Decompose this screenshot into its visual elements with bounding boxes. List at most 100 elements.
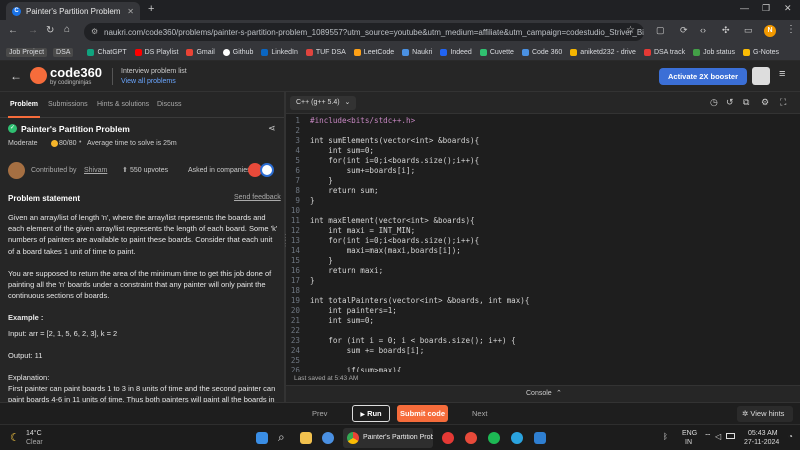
reload-icon[interactable]: ↻ <box>46 25 54 36</box>
bookmark-naukri[interactable]: Naukri <box>402 48 432 56</box>
notification-icon[interactable]: ◔ <box>788 432 793 441</box>
clock-date[interactable]: 27-11-2024 <box>744 439 779 446</box>
devtools-icon[interactable]: ‹› <box>700 25 706 35</box>
vscode-icon[interactable] <box>534 432 546 444</box>
sidebar-icon[interactable]: ▭ <box>744 25 753 36</box>
taskbar-app-icon[interactable] <box>442 432 454 444</box>
code-line[interactable]: 14 maxi=max(maxi,boards[i]); <box>286 246 800 256</box>
code-line[interactable]: 21 int sum=0; <box>286 316 800 326</box>
bookmark-job-status[interactable]: Job status <box>693 48 735 56</box>
bookmark-linkedin[interactable]: LinkedIn <box>261 48 298 56</box>
code-line[interactable]: 24 sum += boards[i]; <box>286 346 800 356</box>
code-line[interactable]: 17} <box>286 276 800 286</box>
code-line[interactable]: 16 return maxi; <box>286 266 800 276</box>
code-line[interactable]: 9} <box>286 196 800 206</box>
chrome-alt-icon[interactable] <box>322 432 334 444</box>
code-line[interactable]: 12 int maxi = INT_MIN; <box>286 226 800 236</box>
extensions-icon[interactable]: ▢ <box>656 25 665 36</box>
maximize-icon[interactable]: ❐ <box>762 3 770 14</box>
bookmark-chatgpt[interactable]: ChatGPT <box>87 48 127 56</box>
language-select[interactable]: C++ (g++ 5.4) ⌄ <box>290 96 356 110</box>
bookmark-dsa[interactable]: DSA <box>53 47 74 57</box>
tab-hints-solutions[interactable]: Hints & solutions <box>97 101 149 108</box>
code-line[interactable]: 19 int totalPainters(vector<int> &boards,… <box>286 296 800 306</box>
code360-logo-icon[interactable] <box>30 67 47 84</box>
user-avatar[interactable] <box>752 67 770 85</box>
code-line[interactable]: 5 for(int i=0;i<boards.size();i++){ <box>286 156 800 166</box>
code-line[interactable]: 3 int sumElements(vector<int> &boards){ <box>286 136 800 146</box>
bookmark-ds-playlist[interactable]: DS Playlist <box>134 48 178 56</box>
code-editor[interactable]: 1 #include<bits/stdc++.h> 2 3 int sumElement… <box>286 116 800 372</box>
code-line[interactable]: 18 <box>286 286 800 296</box>
search-icon[interactable]: ⌕ <box>278 430 285 445</box>
windows-start-icon[interactable] <box>256 432 268 444</box>
share-icon[interactable]: ⋖ <box>268 123 276 134</box>
wifi-icon[interactable]: ⌔ <box>704 432 712 442</box>
url-bar[interactable]: ⚙ naukri.com/code360/problems/painter-s-… <box>84 23 644 41</box>
battery-icon[interactable] <box>726 433 735 439</box>
upvote-icon[interactable]: ⬆ <box>122 166 128 174</box>
bookmark-leetcode[interactable]: LeetCode <box>353 48 394 56</box>
tab-problem[interactable]: Problem <box>10 101 38 108</box>
taskbar-active-chrome[interactable]: Painter's Partition Probl <box>343 428 433 448</box>
telegram-icon[interactable] <box>511 432 523 444</box>
bookmark-github[interactable]: Github <box>222 48 253 56</box>
back-icon[interactable]: ← <box>8 25 18 36</box>
code-line[interactable]: 22 <box>286 326 800 336</box>
view-all-problems-link[interactable]: View all problems <box>121 78 176 85</box>
code-line[interactable]: 23 for (int i = 0; i < boards.size(); i+… <box>286 336 800 346</box>
code-line[interactable]: 8 return sum; <box>286 186 800 196</box>
tab-discuss[interactable]: Discuss <box>157 101 182 108</box>
fullscreen-icon[interactable]: ⛶ <box>780 97 786 108</box>
code-line[interactable]: 11 int maxElement(vector<int> &boards){ <box>286 216 800 226</box>
console-bar[interactable]: Console ⌃ <box>286 385 800 402</box>
bookmark-drive[interactable]: aniketd232 - drive <box>570 48 636 56</box>
bookmark-g-notes[interactable]: G-Notes <box>743 48 779 56</box>
code-line[interactable]: 25 <box>286 356 800 366</box>
bookmark-gmail[interactable]: Gmail <box>186 48 215 56</box>
timer-icon[interactable]: ◷ <box>710 97 718 108</box>
contributor-link[interactable]: Shivam <box>84 167 107 174</box>
bookmark-dsa-track[interactable]: DSA track <box>643 48 685 56</box>
code-line[interactable]: 6 sum+=boards[i]; <box>286 166 800 176</box>
bookmark-tuf-dsa[interactable]: TUF DSA <box>305 48 346 56</box>
header-menu-icon[interactable]: ≡ <box>779 68 785 80</box>
file-explorer-icon[interactable] <box>300 432 312 444</box>
next-button[interactable]: Next <box>472 409 487 418</box>
code-line[interactable]: 20 int painters=1; <box>286 306 800 316</box>
bookmark-code360[interactable]: Code 360 <box>521 48 562 56</box>
puzzle-icon[interactable]: ✣ <box>722 25 730 36</box>
taskbar-app-icon[interactable] <box>465 432 477 444</box>
site-info-icon[interactable]: ⚙ <box>91 27 98 36</box>
bookmark-indeed[interactable]: Indeed <box>440 48 472 56</box>
browser-tab[interactable]: C Painter's Partition Problem - N ✕ <box>6 2 140 20</box>
code-line[interactable]: 15 } <box>286 256 800 266</box>
bookmark-star-icon[interactable]: ☆ <box>626 25 635 36</box>
screen-share-icon[interactable]: ⟳ <box>680 25 688 36</box>
clock-time[interactable]: 05:43 AM <box>748 430 778 437</box>
run-button[interactable]: ▶ Run <box>352 405 390 422</box>
code-line[interactable]: 7 } <box>286 176 800 186</box>
code-line[interactable]: 1 #include<bits/stdc++.h> <box>286 116 800 126</box>
language-top[interactable]: ENG <box>682 430 697 437</box>
volume-icon[interactable]: ◁ <box>715 432 721 441</box>
reset-code-icon[interactable]: ↺ <box>726 97 734 108</box>
submit-code-button[interactable]: Submit code <box>397 405 448 422</box>
code-line[interactable]: 26 if(sum>max){ <box>286 366 800 372</box>
bookmark-job-project[interactable]: Job Project <box>6 47 48 57</box>
activate-booster-button[interactable]: Activate 2X booster <box>659 68 747 85</box>
browser-menu-icon[interactable]: ⋮ <box>786 24 796 35</box>
view-hints-button[interactable]: ✲ View hints <box>737 406 793 422</box>
window-close-icon[interactable]: ✕ <box>784 3 792 14</box>
spotify-icon[interactable] <box>488 432 500 444</box>
new-tab-button[interactable]: + <box>148 3 154 15</box>
tab-submissions[interactable]: Submissions <box>48 101 88 108</box>
settings-gear-icon[interactable]: ⚙ <box>761 97 769 108</box>
prev-button[interactable]: Prev <box>312 409 327 418</box>
send-feedback-link[interactable]: Send feedback <box>234 194 281 201</box>
profile-avatar[interactable]: N <box>764 25 776 37</box>
weather-moon-icon[interactable]: ☾ <box>10 431 20 444</box>
code-line[interactable]: 4 int sum=0; <box>286 146 800 156</box>
code-line[interactable]: 13 for(int i=0;i<boards.size();i++){ <box>286 236 800 246</box>
code-line[interactable]: 10 <box>286 206 800 216</box>
